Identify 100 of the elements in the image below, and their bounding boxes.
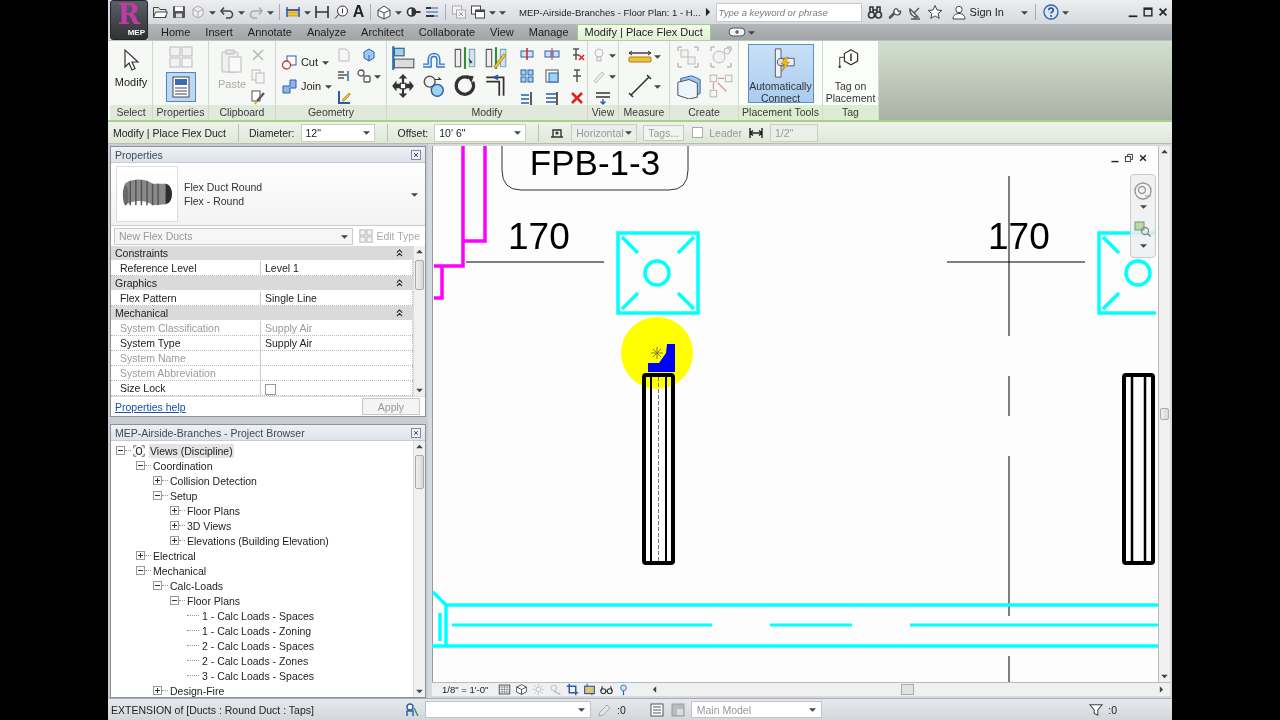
caret-icon[interactable]: [747, 29, 755, 35]
caret-icon[interactable]: [209, 9, 216, 15]
properties-help-link[interactable]: Properties help: [115, 400, 186, 413]
caret-icon[interactable]: [1139, 204, 1147, 210]
ribbon-tab[interactable]: Insert: [198, 24, 240, 40]
ribbon-tab[interactable]: View: [483, 24, 521, 40]
ribbon-tab[interactable]: Collaborate: [411, 24, 483, 40]
circle-tag-icon[interactable]: [333, 4, 349, 20]
ribbon-tab[interactable]: Modify | Place Flex Duct: [576, 24, 711, 40]
collapse-chevron-icon[interactable]: [396, 309, 403, 318]
group-header[interactable]: Constraints: [115, 247, 169, 260]
restore-icon[interactable]: [1124, 153, 1134, 164]
scrollbar[interactable]: [1158, 146, 1170, 683]
application-menu-button[interactable]: R MEP: [110, 0, 148, 40]
scroll-up-icon[interactable]: [416, 444, 423, 450]
tree-item[interactable]: 2 - Calc Loads - Spaces: [201, 638, 316, 653]
tree-item[interactable]: Electrical: [152, 548, 197, 563]
delete-icon[interactable]: [568, 90, 585, 106]
undo-icon[interactable]: [219, 4, 235, 20]
collapse-chevron-icon[interactable]: [396, 249, 403, 258]
checkbox[interactable]: [265, 384, 276, 396]
property-value[interactable]: Level 1: [265, 262, 299, 275]
cube-icon[interactable]: [515, 683, 529, 697]
expand-icon[interactable]: [136, 551, 145, 561]
tape-measure-icon[interactable]: [627, 48, 652, 64]
collapse-icon[interactable]: [170, 596, 179, 606]
collapse-icon[interactable]: [116, 446, 125, 456]
star-icon[interactable]: [926, 4, 943, 20]
scroll-right-icon[interactable]: [1159, 686, 1164, 694]
tree-item[interactable]: 3 - Calc Loads - Spaces: [201, 668, 316, 683]
scrollbar[interactable]: [413, 441, 425, 698]
scrollbar[interactable]: [413, 246, 425, 397]
tree-item[interactable]: Floor Plans: [186, 593, 242, 608]
house-cube-icon[interactable]: [376, 4, 392, 20]
scroll-thumb[interactable]: [415, 260, 424, 291]
caret-icon[interactable]: [411, 191, 418, 197]
automatically-connect-button[interactable]: Automatically Connect: [747, 44, 814, 103]
save-icon[interactable]: [171, 4, 187, 20]
scroll-down-icon[interactable]: [416, 689, 423, 695]
paint-cube-icon[interactable]: [360, 47, 377, 63]
tree-item[interactable]: 1 - Calc Loads - Spaces: [201, 608, 316, 623]
expand-arrow-icon[interactable]: [704, 7, 711, 17]
scroll-left-icon[interactable]: [652, 686, 658, 694]
caret-icon[interactable]: [1061, 9, 1069, 15]
tree-item[interactable]: Calc-Loads: [169, 578, 225, 593]
crop-icon[interactable]: [566, 683, 580, 697]
aligned-dimension-icon[interactable]: [285, 4, 301, 20]
tree-item[interactable]: Design-Fire: [169, 683, 226, 698]
text-tool-button[interactable]: A: [352, 4, 365, 20]
tree-item[interactable]: Floor Plans: [186, 503, 242, 518]
caret-icon[interactable]: [608, 52, 616, 58]
shapes-icon[interactable]: [356, 68, 373, 84]
view-scale[interactable]: 1/8" = 1'-0": [442, 684, 489, 696]
search-field[interactable]: Type a keyword or phrase: [715, 2, 862, 22]
layered-panels-icon[interactable]: [674, 73, 703, 99]
scroll-down-icon[interactable]: [1161, 674, 1168, 680]
caret-icon[interactable]: [1139, 243, 1147, 249]
filter-icon[interactable]: [1089, 702, 1104, 717]
trim-lines-icon[interactable]: [518, 90, 535, 106]
line-override-icon[interactable]: [595, 89, 611, 105]
dimension-icon[interactable]: [314, 4, 330, 20]
collapse-chevron-icon[interactable]: [396, 279, 403, 288]
tree-item[interactable]: Setup: [169, 488, 199, 503]
section-icon[interactable]: [405, 4, 421, 20]
scale-icon[interactable]: [543, 68, 560, 84]
ribbon-tab[interactable]: Architect: [354, 24, 411, 40]
brush-icon[interactable]: [250, 89, 267, 105]
collapse-icon[interactable]: [136, 461, 145, 471]
hatched-square-icon[interactable]: [498, 683, 512, 697]
ribbon-tab[interactable]: Manage: [521, 24, 576, 40]
caret-icon[interactable]: [395, 9, 402, 15]
tag-on-placement-button[interactable]: Tag on Placement: [824, 44, 877, 103]
expand-icon[interactable]: [153, 686, 162, 696]
property-value[interactable]: Supply Air: [265, 337, 313, 350]
windows-icon[interactable]: [470, 4, 486, 20]
caret-icon[interactable]: [267, 9, 274, 15]
split-gap-icon[interactable]: [543, 46, 560, 62]
diagonal-dimension-icon[interactable]: [627, 74, 652, 98]
expand-icon[interactable]: [170, 536, 179, 546]
collapse-icon[interactable]: [136, 566, 145, 576]
group-header[interactable]: Mechanical: [115, 307, 169, 320]
folder-icon[interactable]: [152, 4, 168, 20]
expand-icon[interactable]: [170, 521, 179, 531]
help-icon[interactable]: [1042, 4, 1059, 20]
modify-button[interactable]: Modify: [114, 44, 148, 88]
scroll-thumb[interactable]: [1160, 408, 1169, 421]
scroll-up-icon[interactable]: [416, 249, 423, 255]
binoculars-icon[interactable]: [866, 4, 883, 20]
glasses-icon[interactable]: [600, 683, 614, 697]
offset-dropdown[interactable]: 10' 6": [434, 123, 527, 142]
sign-in-button[interactable]: Sign In: [950, 4, 1004, 20]
collapse-icon[interactable]: [153, 581, 162, 591]
crop-region-icon[interactable]: [583, 683, 597, 697]
ribbon-tab[interactable]: Annotate: [240, 24, 299, 40]
cut-button[interactable]: Cut: [280, 54, 330, 70]
ribbon-tab[interactable]: Analyze: [299, 24, 354, 40]
close-icon[interactable]: [1138, 153, 1148, 164]
collapse-icon[interactable]: [153, 491, 162, 501]
scroll-down-icon[interactable]: [416, 388, 423, 394]
join-button[interactable]: Join: [280, 78, 333, 94]
